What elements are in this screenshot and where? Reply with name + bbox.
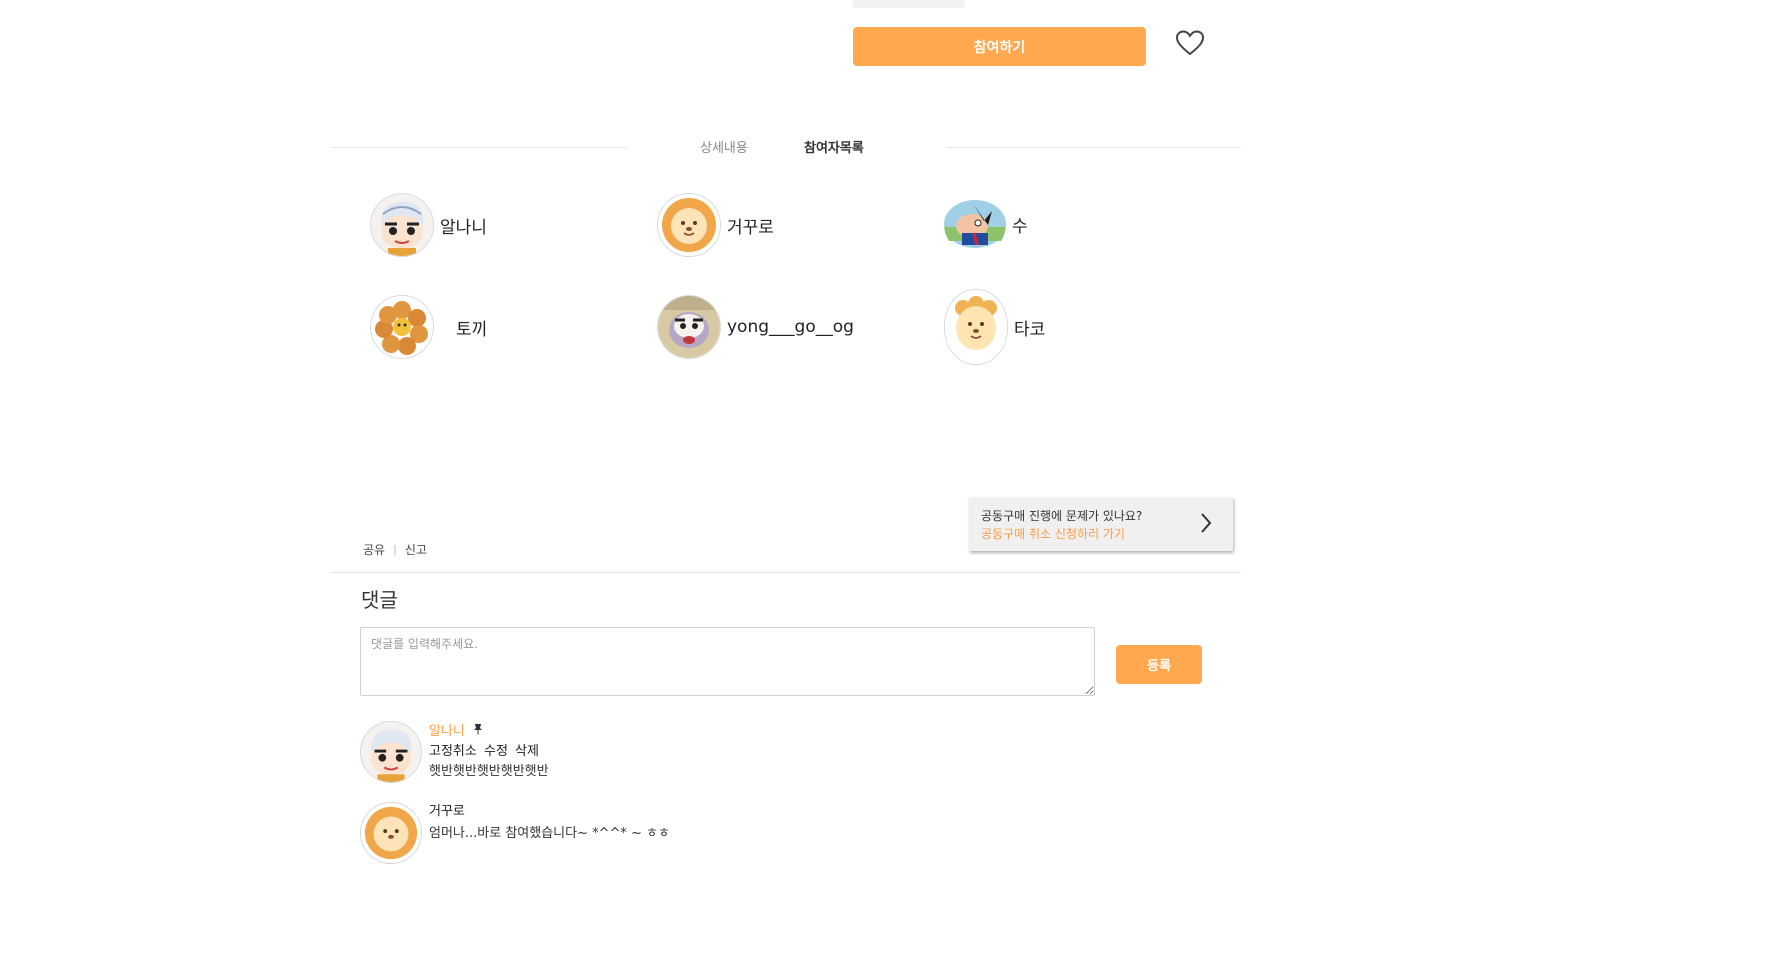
dog-character-avatar bbox=[657, 295, 721, 359]
member-item[interactable]: 알나니 bbox=[370, 193, 487, 257]
lion-avatar bbox=[944, 289, 1008, 365]
share-link[interactable]: 공유 bbox=[363, 541, 385, 558]
comments-title: 댓글 bbox=[361, 588, 398, 612]
comment-text: 엄머나...바로 참여했습니다~ *^^* ~ ㅎㅎ bbox=[429, 826, 670, 841]
join-button[interactable]: 참여하기 bbox=[853, 27, 1146, 66]
comment-item: 거꾸로 엄머나...바로 참여했습니다~ *^^* ~ ㅎㅎ bbox=[360, 802, 670, 864]
heart-icon[interactable] bbox=[1175, 29, 1205, 57]
comment-input[interactable] bbox=[360, 627, 1095, 696]
comment-author[interactable]: 알나니 bbox=[429, 724, 465, 739]
pin-icon bbox=[473, 722, 483, 742]
report-link[interactable]: 신고 bbox=[405, 541, 427, 558]
donut-avatar bbox=[370, 295, 434, 359]
lion-avatar bbox=[360, 802, 422, 864]
link-separator: | bbox=[393, 543, 397, 556]
member-name: 거꾸로 bbox=[727, 217, 774, 238]
member-item[interactable]: 수 bbox=[944, 193, 1028, 255]
cancel-question: 공동구매 진행에 문제가 있나요? bbox=[981, 509, 1143, 523]
delete-button[interactable]: 삭제 bbox=[515, 744, 539, 759]
boy-character-avatar bbox=[360, 721, 422, 783]
tab-details[interactable]: 상세내용 bbox=[700, 137, 748, 156]
comment-item: 알나니 고정취소 수정 삭제 햇반햇반햇반햇반햇반 bbox=[360, 721, 549, 783]
member-item[interactable]: 타코 bbox=[944, 289, 1045, 365]
submit-comment-button[interactable]: 등록 bbox=[1116, 645, 1202, 684]
cancel-request-link[interactable]: 공동구매 취소 신청하러 가기 bbox=[981, 525, 1125, 542]
member-item[interactable]: 토끼 bbox=[370, 295, 487, 359]
share-report-links: 공유 | 신고 bbox=[363, 541, 427, 558]
member-name: 알나니 bbox=[440, 217, 487, 238]
cancel-request-box[interactable]: 공동구매 진행에 문제가 있나요? 공동구매 취소 신청하러 가기 bbox=[969, 497, 1233, 551]
edit-button[interactable]: 수정 bbox=[484, 744, 508, 759]
chevron-right-icon bbox=[1199, 511, 1213, 539]
member-name: yong___go__og bbox=[727, 317, 854, 337]
member-item[interactable]: yong___go__og bbox=[657, 295, 854, 359]
tab-divider-right bbox=[946, 147, 1241, 148]
member-item[interactable]: 거꾸로 bbox=[657, 193, 774, 257]
tab-divider-left bbox=[332, 147, 627, 148]
tab-participants[interactable]: 참여자목록 bbox=[804, 137, 864, 156]
member-name: 타코 bbox=[1014, 319, 1046, 340]
section-divider bbox=[332, 572, 1241, 573]
member-name: 토끼 bbox=[456, 319, 488, 340]
boy-character-avatar bbox=[370, 193, 434, 257]
cartoon-man-avatar bbox=[944, 193, 1006, 255]
comment-text: 햇반햇반햇반햇반햇반 bbox=[429, 764, 549, 779]
unpin-button[interactable]: 고정취소 bbox=[429, 744, 477, 759]
lion-avatar bbox=[657, 193, 721, 257]
price-box-edge bbox=[853, 0, 965, 8]
comment-author[interactable]: 거꾸로 bbox=[429, 802, 670, 822]
member-name: 수 bbox=[1012, 216, 1028, 237]
